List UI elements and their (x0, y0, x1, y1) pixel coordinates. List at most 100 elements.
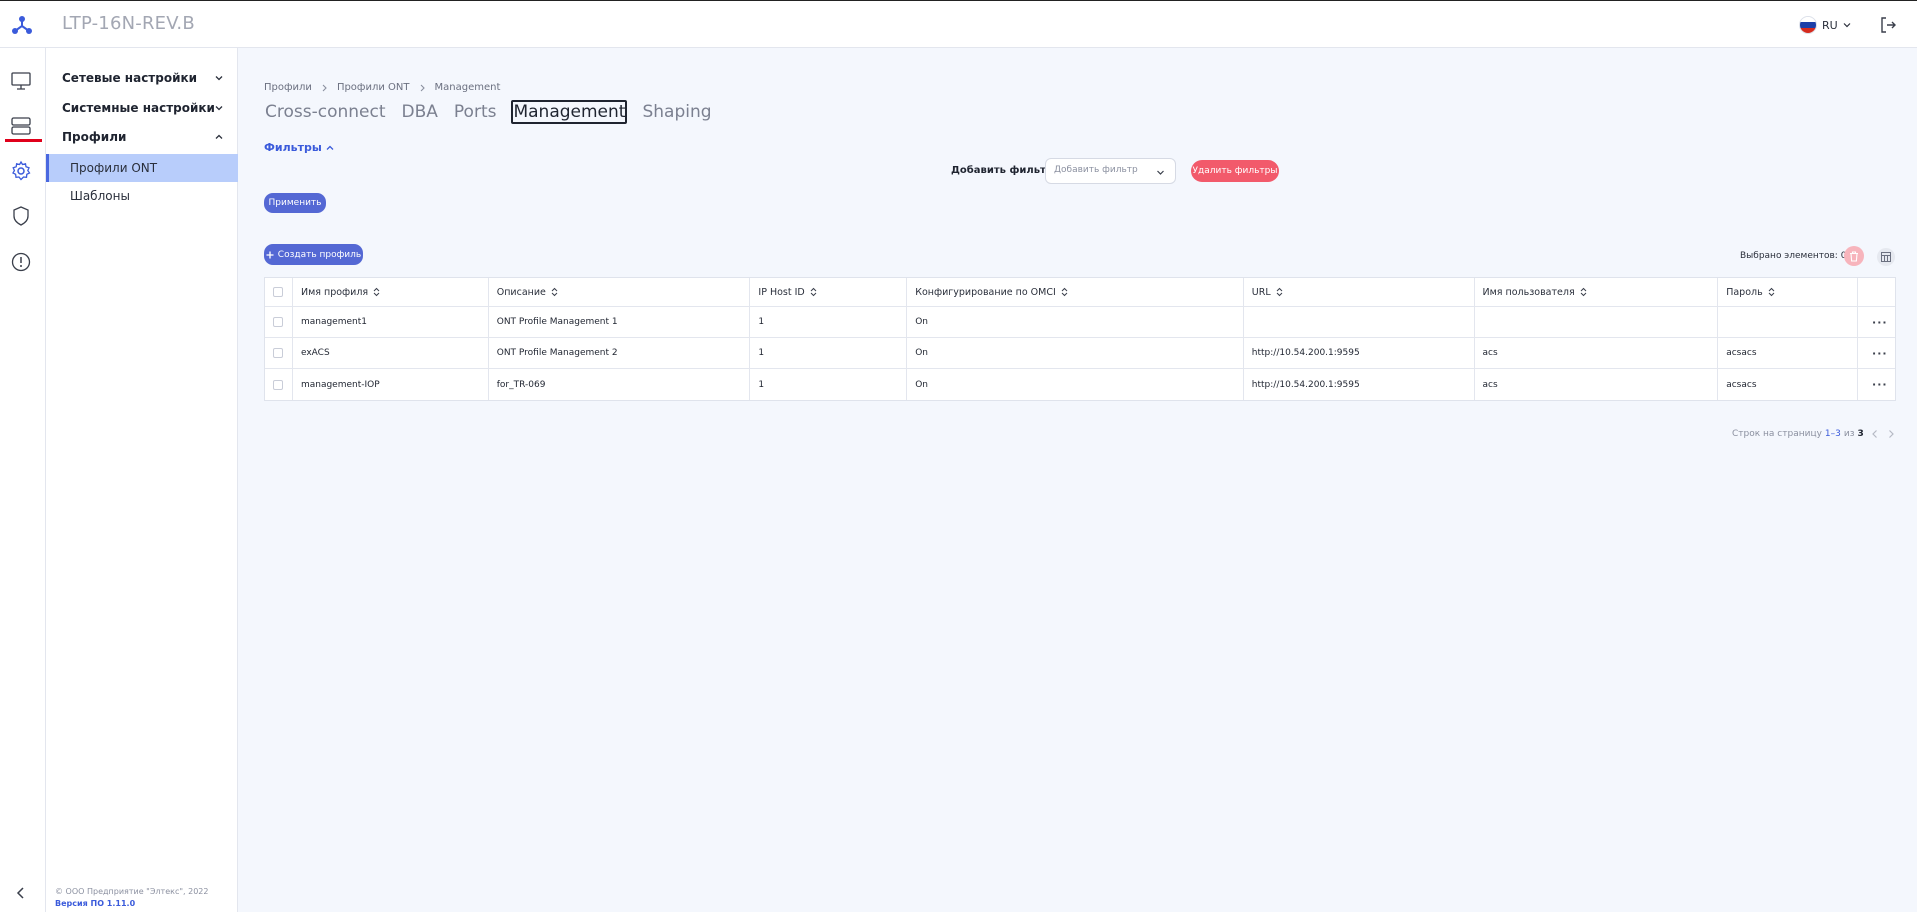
row-checkbox-cell (265, 369, 293, 400)
breadcrumb-item[interactable]: Профили ONT (337, 82, 410, 93)
header-password[interactable]: Пароль (1718, 278, 1859, 306)
sidebar-group-network[interactable]: Сетевые настройки (46, 64, 238, 92)
row-checkbox[interactable] (273, 379, 283, 390)
server-icon[interactable] (10, 115, 32, 137)
language-selector[interactable]: RU (1799, 14, 1851, 36)
column-label: Имя профиля (300, 286, 369, 298)
cell-omci-config: On (907, 369, 1244, 400)
chevron-down-icon (215, 76, 223, 81)
column-label: Конфигурирование по OMCI (915, 286, 1056, 298)
table-row[interactable]: management1 ONT Profile Management 1 1 O… (265, 307, 1895, 338)
tab-shaping[interactable]: Shaping (641, 101, 712, 123)
logout-icon[interactable] (1878, 15, 1898, 35)
pagination-range[interactable]: 1–3 (1825, 429, 1841, 439)
column-settings-button[interactable] (1877, 248, 1895, 266)
add-filter-label: Добавить фильтр (951, 165, 1053, 176)
apply-button[interactable]: Применить (264, 193, 326, 213)
create-profile-button[interactable]: Создать профиль (264, 244, 363, 265)
app-logo-icon[interactable] (11, 15, 33, 35)
chevron-down-icon (1843, 23, 1851, 28)
prev-page-icon[interactable] (1870, 428, 1880, 440)
alert-icon[interactable] (10, 251, 32, 273)
pagination-info: Строк на страницу 1–3 из 3 (1732, 429, 1864, 439)
row-actions-cell: ··· (1858, 307, 1895, 337)
cell-ip-host-id: 1 (750, 307, 908, 337)
clear-filters-button[interactable]: Удалить фильтры (1191, 160, 1279, 182)
chevron-up-icon (326, 145, 334, 150)
header-username[interactable]: Имя пользователя (1475, 278, 1719, 306)
tab-ports[interactable]: Ports (453, 101, 498, 123)
more-actions-icon[interactable]: ··· (1872, 347, 1888, 360)
table-header-row: Имя профиля Описание IP Host ID Конфигур… (265, 278, 1895, 307)
version-link[interactable]: Версия ПО 1.11.0 (55, 899, 135, 908)
header-omci-config[interactable]: Конфигурирование по OMCI (907, 278, 1244, 306)
cell-url: http://10.54.200.1:9595 (1244, 338, 1475, 368)
monitor-icon[interactable] (10, 70, 32, 92)
trash-icon (1850, 250, 1858, 262)
row-checkbox-cell (265, 338, 293, 368)
header-description[interactable]: Описание (489, 278, 751, 306)
rows-per-page-label: Строк на страницу (1732, 429, 1822, 439)
breadcrumb: Профили Профили ONT Management (264, 82, 500, 93)
more-actions-icon[interactable]: ··· (1872, 316, 1888, 329)
filters-toggle[interactable]: Фильтры (264, 141, 334, 154)
cell-description: ONT Profile Management 2 (489, 338, 751, 368)
add-filter-select[interactable]: Добавить фильтр (1045, 158, 1176, 184)
sidebar-item-templates[interactable]: Шаблоны (46, 182, 238, 210)
profiles-table: Имя профиля Описание IP Host ID Конфигур… (264, 277, 1896, 401)
header-profile-name[interactable]: Имя профиля (293, 278, 489, 306)
sort-icon (551, 287, 558, 297)
chevron-right-icon (420, 84, 425, 91)
collapse-left-icon[interactable] (13, 885, 29, 901)
table-row[interactable]: management-IOP for_TR-069 1 On http://10… (265, 369, 1895, 400)
column-label: IP Host ID (758, 286, 805, 298)
chevron-up-icon (215, 134, 223, 139)
top-bar: LTP-16N-REV.B RU (0, 1, 1917, 48)
create-profile-label: Создать профиль (277, 249, 362, 260)
sidebar-item-ont-profiles[interactable]: Профили ONT (46, 154, 238, 182)
chevron-right-icon (322, 84, 327, 91)
device-name: LTP-16N-REV.B (62, 13, 195, 34)
sidebar-group-label: Профили (62, 130, 127, 144)
breadcrumb-item[interactable]: Профили (264, 82, 312, 93)
tab-cross-connect[interactable]: Cross-connect (264, 101, 387, 123)
header-checkbox-cell (265, 278, 293, 306)
cell-username: acs (1475, 338, 1719, 368)
sidebar-group-system[interactable]: Системные настройки (46, 94, 238, 122)
next-page-icon[interactable] (1886, 428, 1896, 440)
sidebar-group-profiles[interactable]: Профили (46, 123, 238, 151)
cell-description: for_TR-069 (489, 369, 751, 400)
delete-selected-button[interactable] (1844, 246, 1864, 266)
breadcrumb-item-current: Management (434, 82, 501, 93)
table-row[interactable]: exACS ONT Profile Management 2 1 On http… (265, 338, 1895, 369)
sort-icon (810, 287, 817, 297)
tab-dba[interactable]: DBA (401, 101, 439, 123)
header-ip-host-id[interactable]: IP Host ID (750, 278, 908, 306)
sidebar-group-label: Системные настройки (62, 101, 215, 115)
shield-icon[interactable] (10, 205, 32, 227)
cell-password (1718, 307, 1859, 337)
copyright-text: © ООО Предприятие "Элтекс", 2022 (55, 887, 209, 896)
cell-omci-config: On (907, 338, 1244, 368)
main-content: Профили Профили ONT Management Cross-con… (238, 48, 1917, 912)
row-checkbox[interactable] (273, 317, 283, 327)
selected-count: Выбрано элементов: 0 (1740, 251, 1847, 261)
cell-username (1475, 307, 1719, 337)
header-url[interactable]: URL (1244, 278, 1475, 306)
sort-icon (1768, 287, 1775, 297)
column-label: URL (1251, 286, 1271, 298)
sort-icon (373, 287, 380, 297)
tab-management[interactable]: Management (511, 100, 628, 124)
cell-ip-host-id: 1 (750, 338, 908, 368)
row-actions-cell: ··· (1858, 369, 1895, 400)
sidebar: Сетевые настройки Системные настройки Пр… (46, 48, 238, 912)
settings-gear-icon[interactable] (10, 160, 32, 182)
row-checkbox[interactable] (273, 348, 283, 358)
column-label: Описание (496, 286, 546, 298)
select-all-checkbox[interactable] (273, 287, 283, 297)
sort-icon (1061, 287, 1068, 297)
sort-icon (1580, 287, 1587, 297)
sidebar-group-label: Сетевые настройки (62, 71, 198, 85)
more-actions-icon[interactable]: ··· (1872, 378, 1888, 391)
plus-icon (266, 251, 274, 258)
